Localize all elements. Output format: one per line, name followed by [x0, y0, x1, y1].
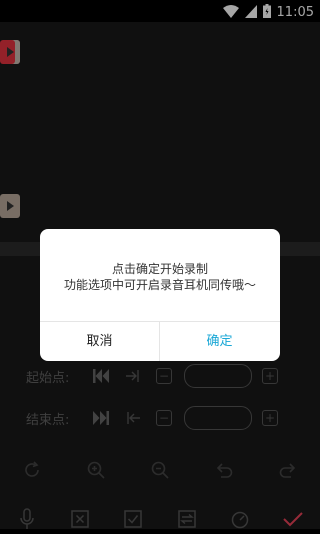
dialog-message-line-1: 点击确定开始录制	[111, 262, 208, 276]
dialog-message-line-2: 功能选项中可开启录音耳机同传哦〜	[63, 278, 256, 292]
confirm-button[interactable]: 确定	[160, 322, 279, 361]
dialog-message: 点击确定开始录制 功能选项中可开启录音耳机同传哦〜	[40, 261, 280, 293]
start-recording-dialog: 点击确定开始录制 功能选项中可开启录音耳机同传哦〜 取消 确定	[40, 229, 280, 361]
cancel-button[interactable]: 取消	[40, 322, 159, 361]
